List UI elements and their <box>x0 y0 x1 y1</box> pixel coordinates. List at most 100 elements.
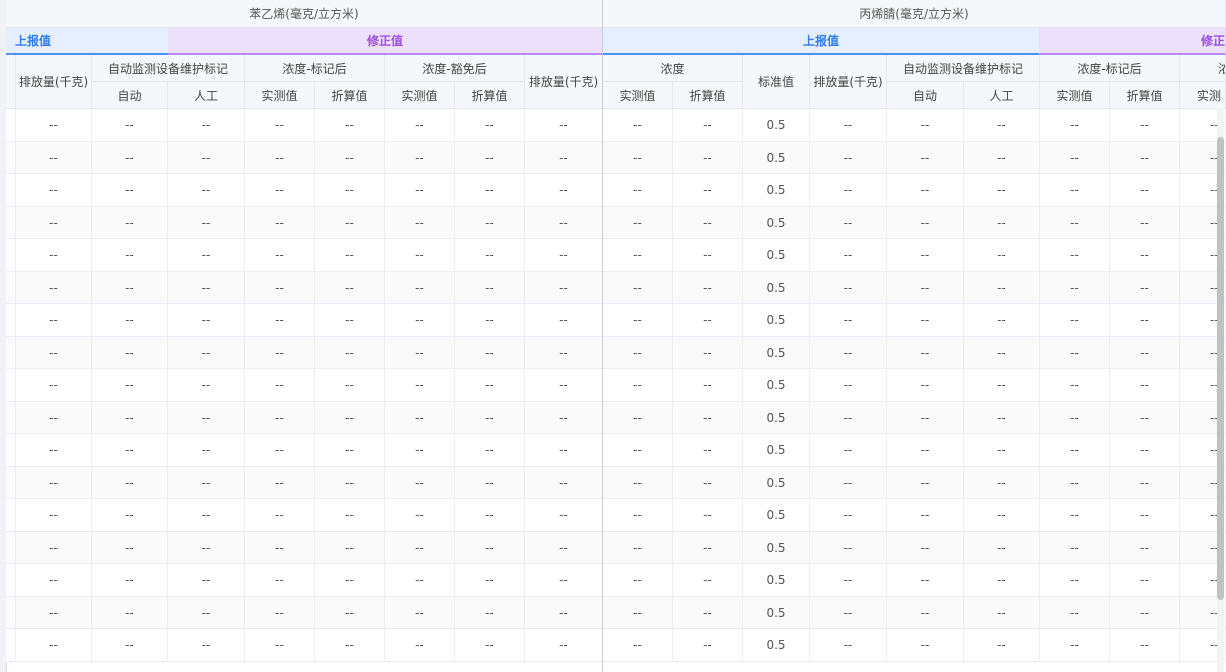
table-cell: 0.5 <box>743 239 810 272</box>
table-cell: -- <box>92 337 168 369</box>
table-cell: -- <box>964 304 1040 337</box>
table-cell-edge <box>6 272 16 304</box>
table-cell: -- <box>455 369 525 402</box>
col-header-auto[interactable]: 自动 <box>92 82 168 109</box>
group-header-acrylonitrile: 丙烯腈(毫克/立方米) <box>603 0 1226 28</box>
table-cell: -- <box>673 369 743 402</box>
table-cell: -- <box>810 174 887 207</box>
col-header-measured[interactable]: 实测值 <box>385 82 455 109</box>
table-cell: -- <box>603 434 673 467</box>
table-cell: -- <box>245 532 315 564</box>
table-cell: -- <box>168 532 245 564</box>
table-cell: 0.5 <box>743 304 810 337</box>
table-cell: 0.5 <box>743 142 810 174</box>
table-cell: -- <box>810 272 887 304</box>
table-cell: -- <box>16 207 92 239</box>
col-header-manual[interactable]: 人工 <box>168 82 245 109</box>
table-cell: -- <box>455 532 525 564</box>
table-cell: -- <box>385 207 455 239</box>
table-cell: -- <box>673 174 743 207</box>
table-cell: -- <box>964 142 1040 174</box>
table-cell: -- <box>168 337 245 369</box>
table-cell: -- <box>887 142 964 174</box>
table-cell: -- <box>315 142 385 174</box>
table-cell: -- <box>455 434 525 467</box>
col-header-conc-after-mark: 浓度-标记后 <box>1040 55 1180 82</box>
table-cell: -- <box>810 532 887 564</box>
table-cell: -- <box>810 369 887 402</box>
table-cell: 0.5 <box>743 532 810 564</box>
table-cell: -- <box>1110 142 1180 174</box>
col-header-emission-reported[interactable]: 排放量(千克) <box>810 55 887 109</box>
table-cell: -- <box>603 337 673 369</box>
table-cell: -- <box>245 402 315 434</box>
table-cell: -- <box>315 532 385 564</box>
table-cell: -- <box>1040 337 1110 369</box>
table-cell: -- <box>1040 434 1110 467</box>
table-cell: -- <box>385 532 455 564</box>
table-cell: -- <box>673 434 743 467</box>
table-cell: -- <box>168 174 245 207</box>
table-cell: -- <box>1040 564 1110 597</box>
col-header-emission-corrected[interactable]: 排放量(千克) <box>525 55 603 109</box>
table-cell: -- <box>810 499 887 532</box>
table-cell: -- <box>673 142 743 174</box>
table-cell: -- <box>245 109 315 142</box>
table-cell: -- <box>673 337 743 369</box>
table-cell: -- <box>673 532 743 564</box>
table-cell: -- <box>92 499 168 532</box>
col-header-measured[interactable]: 实测值 <box>603 82 673 109</box>
table-cell: 0.5 <box>743 272 810 304</box>
table-cell: -- <box>92 629 168 662</box>
table-cell: -- <box>245 337 315 369</box>
col-header-manual[interactable]: 人工 <box>964 82 1040 109</box>
table-cell: -- <box>315 369 385 402</box>
table-cell: -- <box>964 207 1040 239</box>
table-cell: -- <box>92 467 168 499</box>
col-header-converted[interactable]: 折算值 <box>455 82 525 109</box>
table-cell: -- <box>964 369 1040 402</box>
table-cell: -- <box>673 499 743 532</box>
col-header-measured[interactable]: 实测值 <box>1040 82 1110 109</box>
table-cell: -- <box>315 629 385 662</box>
vertical-scrollbar-thumb[interactable] <box>1217 137 1224 600</box>
table-cell: -- <box>455 337 525 369</box>
col-header-conc-after-mark: 浓度-标记后 <box>245 55 385 82</box>
col-header-measured[interactable]: 实测值 <box>245 82 315 109</box>
table-cell: -- <box>455 109 525 142</box>
table-cell: -- <box>168 597 245 629</box>
table-cell: -- <box>525 564 603 597</box>
col-header-auto[interactable]: 自动 <box>887 82 964 109</box>
table-cell: -- <box>603 142 673 174</box>
table-cell: -- <box>92 109 168 142</box>
table-cell: -- <box>1040 499 1110 532</box>
table-cell-edge <box>6 597 16 629</box>
table-cell: -- <box>964 337 1040 369</box>
table-cell: -- <box>525 499 603 532</box>
table-cell: -- <box>603 369 673 402</box>
table-cell: -- <box>673 597 743 629</box>
col-header-measured-cut[interactable]: 实测 <box>1180 82 1226 109</box>
table-cell: -- <box>1040 304 1110 337</box>
table-cell: -- <box>16 239 92 272</box>
col-header-converted[interactable]: 折算值 <box>1110 82 1180 109</box>
table-cell: -- <box>245 369 315 402</box>
table-cell: -- <box>315 434 385 467</box>
table-cell: -- <box>673 207 743 239</box>
col-header-converted[interactable]: 折算值 <box>673 82 743 109</box>
table-cell: -- <box>92 272 168 304</box>
table-cell-edge <box>6 629 16 662</box>
table-cell: -- <box>603 499 673 532</box>
table-cell: -- <box>603 174 673 207</box>
table-cell: 0.5 <box>743 499 810 532</box>
table-cell: -- <box>1110 109 1180 142</box>
table-cell: -- <box>385 272 455 304</box>
col-header-converted[interactable]: 折算值 <box>315 82 385 109</box>
table-cell-edge <box>6 532 16 564</box>
table-cell: -- <box>887 597 964 629</box>
table-cell: 0.5 <box>743 564 810 597</box>
col-header-emission-reported[interactable]: 排放量(千克) <box>16 55 92 109</box>
table-cell: -- <box>16 532 92 564</box>
table-cell-edge <box>6 564 16 597</box>
col-header-standard[interactable]: 标准值 <box>743 55 810 109</box>
